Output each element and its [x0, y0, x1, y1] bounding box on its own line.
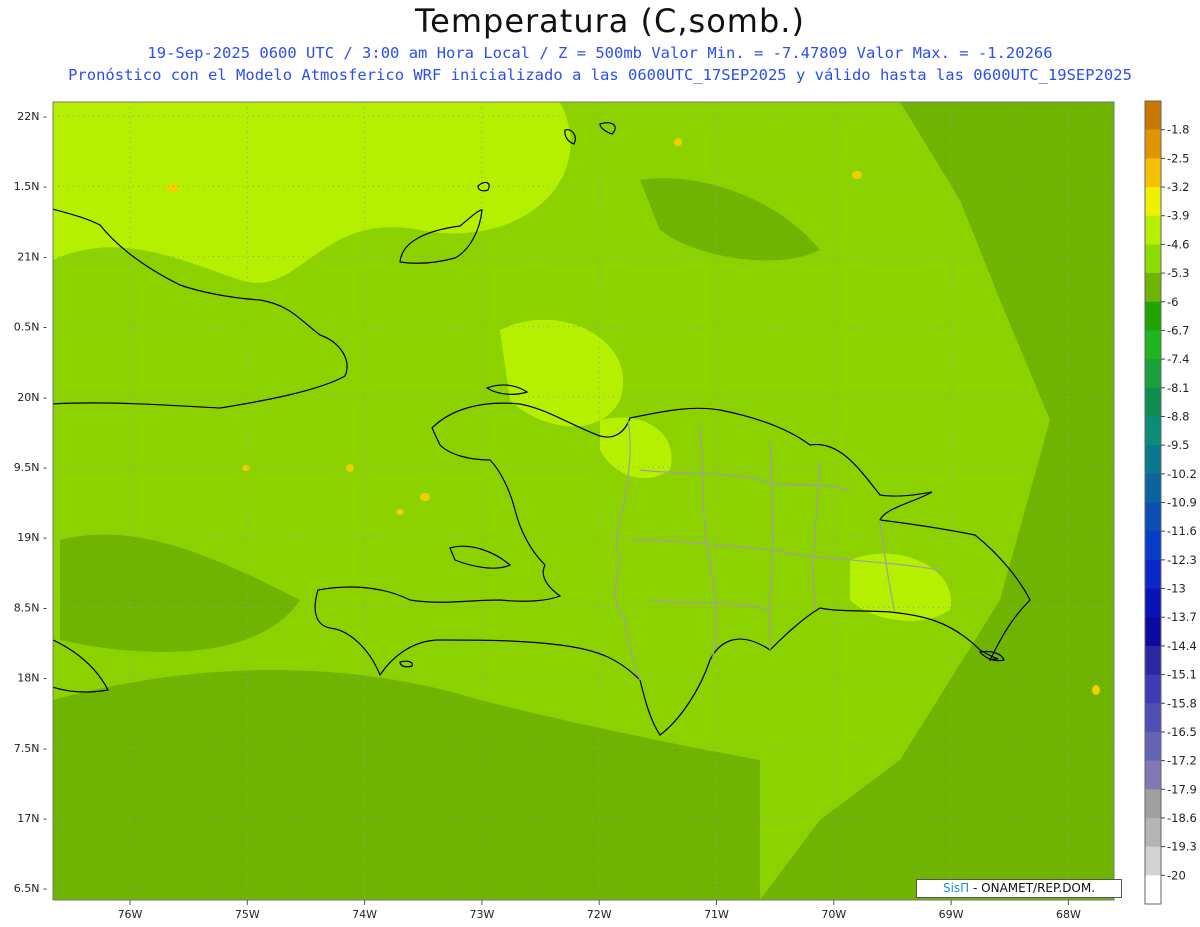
map-figure: 22N - 1.5N - 21N - 0.5N - 20N - 9.5N - 19N - 8.… [14, 100, 1197, 921]
lat-label: 20N - [17, 391, 47, 404]
colorbar-label: -6.7 [1167, 323, 1189, 337]
colorbar-swatch [1145, 158, 1161, 188]
warm-spot [852, 171, 862, 179]
lat-label: 19N - [17, 531, 47, 544]
colorbar-label: -16.5 [1167, 725, 1197, 739]
colorbar-label: -8.8 [1167, 409, 1189, 423]
warm-spot [167, 183, 179, 193]
colorbar-label: -14.4 [1167, 639, 1197, 653]
lat-label: 17N - [17, 812, 47, 825]
warm-spot [346, 464, 354, 472]
lon-label: 70W [821, 908, 846, 921]
colorbar-label: -19.3 [1167, 840, 1197, 854]
colorbar-swatch [1145, 875, 1161, 905]
colorbar-swatch [1145, 846, 1161, 876]
colorbar-swatch [1145, 445, 1161, 475]
colorbar-swatch [1145, 330, 1161, 360]
lat-label: 22N - [17, 110, 47, 123]
colorbar-swatch [1145, 588, 1161, 618]
temperature-field [53, 102, 1114, 900]
colorbar-label: -11.6 [1167, 524, 1197, 538]
colorbar-label: -6 [1167, 295, 1178, 309]
colorbar-swatch [1145, 731, 1161, 762]
colorbar-swatch [1145, 502, 1161, 532]
colorbar-label: -18.6 [1167, 811, 1197, 825]
colorbar-swatch [1145, 387, 1161, 417]
colorbar-swatch [1145, 703, 1161, 733]
lon-label: 74W [352, 908, 377, 921]
warm-spot [674, 138, 682, 146]
colorbar-swatch [1145, 531, 1161, 561]
lon-label: 68W [1056, 908, 1081, 921]
lat-label: 7.5N - [14, 742, 47, 755]
colorbar-swatch [1145, 789, 1161, 819]
colorbar-swatch [1145, 129, 1161, 159]
longitude-labels: 76W 75W 74W 73W 72W 71W 70W 69W 68W [118, 900, 1081, 921]
lat-label: 21N - [17, 250, 47, 263]
colorbar-label: -12.3 [1167, 553, 1197, 567]
colorbar-label: -15.1 [1167, 668, 1197, 682]
colorbar-label: -15.8 [1167, 696, 1197, 710]
credit-brand: SisΠ [942, 881, 970, 895]
warm-spot [242, 465, 250, 471]
colorbar-label: -5.3 [1167, 266, 1189, 280]
colorbar-swatch [1145, 273, 1161, 303]
lon-label: 75W [235, 908, 260, 921]
colorbar-label: -13.7 [1167, 610, 1197, 624]
colorbar-swatch [1145, 416, 1161, 446]
colorbar-swatch [1145, 187, 1161, 217]
colorbar-swatch [1145, 817, 1161, 848]
latitude-labels: 22N - 1.5N - 21N - 0.5N - 20N - 9.5N - 19N - 8.… [14, 110, 47, 895]
colorbar-swatch [1145, 215, 1161, 245]
colorbar-label: -10.9 [1167, 496, 1197, 510]
lon-label: 76W [118, 908, 143, 921]
colorbar-swatch [1145, 473, 1161, 503]
colorbar-label: -7.4 [1167, 352, 1189, 366]
lat-label: 8.5N - [14, 601, 47, 614]
credit-box: SisΠ - ONAMET/REP.DOM. [916, 879, 1122, 898]
lat-label: 0.5N - [14, 321, 47, 334]
colorbar-label: -13 [1167, 582, 1186, 596]
lon-label: 73W [469, 908, 494, 921]
colorbar-label: -4.6 [1167, 237, 1189, 251]
lat-label: 6.5N - [14, 882, 47, 895]
warm-spot [1092, 685, 1100, 695]
colorbar-label: -9.5 [1167, 438, 1189, 452]
colorbar-label: -3.2 [1167, 180, 1189, 194]
colorbar-label: -1.8 [1167, 123, 1189, 137]
colorbar-swatch [1145, 674, 1161, 704]
colorbar-label: -2.5 [1167, 151, 1189, 165]
colorbar-swatch [1145, 301, 1161, 331]
colorbar-swatch [1145, 101, 1161, 131]
colorbar-label: -3.9 [1167, 209, 1189, 223]
colorbar-swatch [1145, 645, 1161, 676]
colorbar-swatch [1145, 617, 1161, 647]
lat-label: 9.5N - [14, 461, 47, 474]
colorbar-label: -17.2 [1167, 754, 1197, 768]
warm-spot [420, 493, 430, 501]
colorbar-swatch [1145, 359, 1161, 389]
colorbar-swatch [1145, 760, 1161, 790]
lat-label: 18N - [17, 672, 47, 685]
colorbar-label: -8.1 [1167, 381, 1189, 395]
warm-spot [396, 509, 404, 515]
colorbar-label: -20 [1167, 868, 1186, 882]
colorbar-swatch [1145, 559, 1161, 590]
credit-text: - ONAMET/REP.DOM. [969, 881, 1096, 895]
lon-label: 71W [704, 908, 729, 921]
colorbar: -1.8 -2.5 -3.2 -3.9 -4.6 -5.3 -6 -6.7 -7.4 -8.1 -8… [1144, 100, 1197, 905]
lat-label: 1.5N - [14, 180, 47, 193]
colorbar-label: -10.2 [1167, 467, 1197, 481]
lon-label: 72W [587, 908, 612, 921]
colorbar-label: -17.9 [1167, 782, 1197, 796]
lon-label: 69W [939, 908, 964, 921]
colorbar-swatch [1145, 244, 1161, 274]
